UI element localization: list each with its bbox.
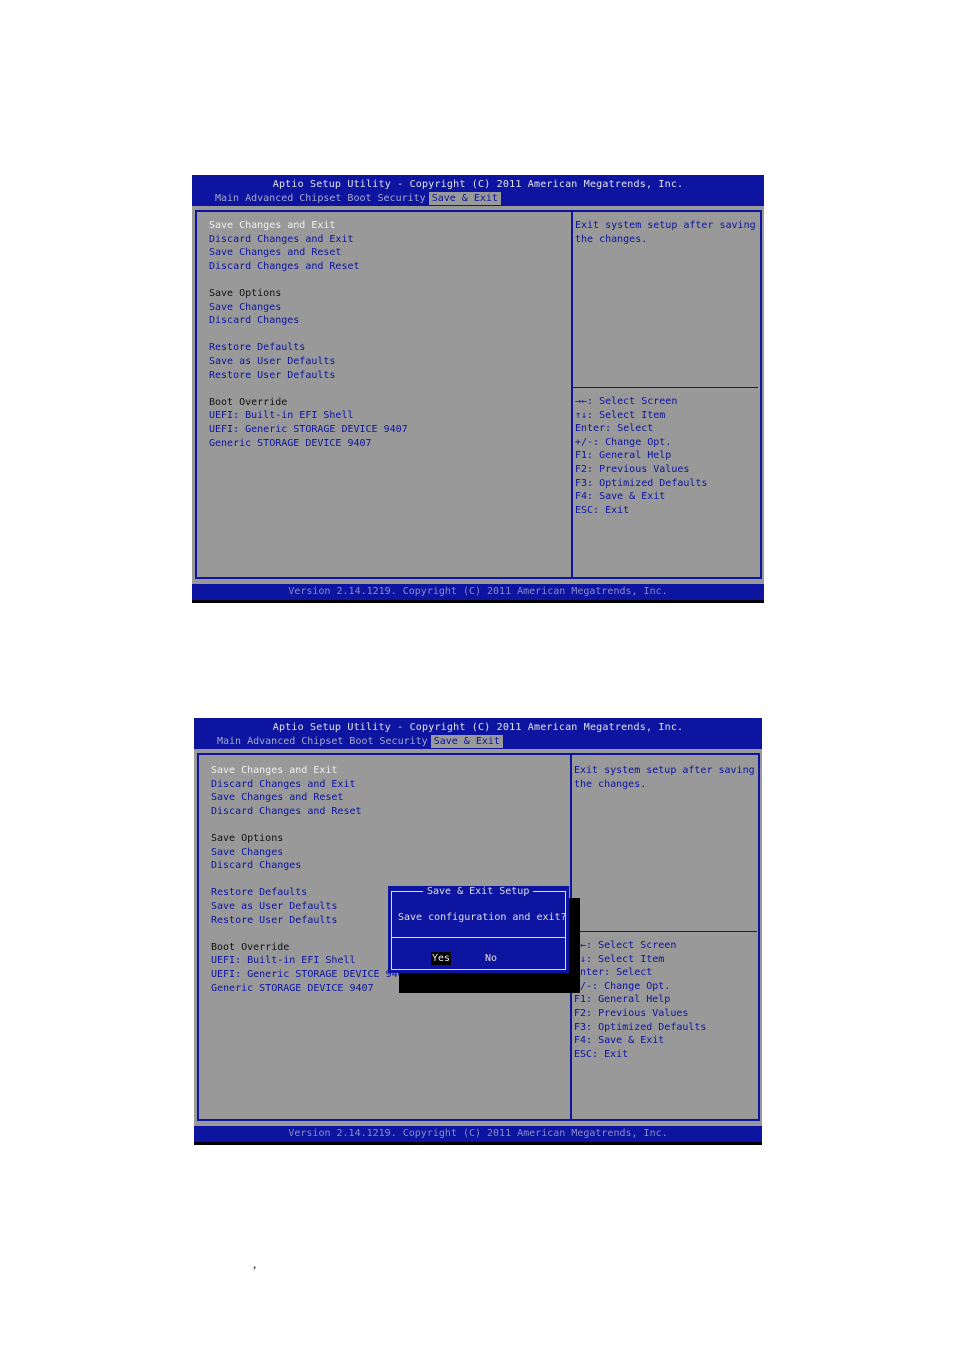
menu-item[interactable]: UEFI: Generic STORAGE DEVICE 9407 (209, 423, 408, 436)
menu-item[interactable]: Discard Changes and Reset (209, 260, 360, 273)
utility-title: Aptio Setup Utility - Copyright (C) 2011… (272, 722, 684, 733)
menu-item[interactable]: Save Changes and Exit (209, 219, 335, 232)
tab-save-exit[interactable]: Save & Exit (428, 192, 501, 205)
section-header: Save Options (209, 288, 282, 299)
bios-screen-1: Aptio Setup Utility - Copyright (C) 2011… (192, 175, 764, 603)
key-hint: ↑↓: Select Item (575, 409, 666, 421)
version-bar: Version 2.14.1219. Copyright (C) 2011 Am… (194, 1126, 762, 1142)
menu-item[interactable]: Restore User Defaults (211, 914, 337, 927)
no-button[interactable]: No (484, 952, 498, 965)
key-hint: +/-: Change Opt. (575, 436, 672, 448)
dialog-title: Save & Exit Setup (423, 886, 534, 898)
help-line: the changes. (575, 233, 648, 245)
key-hint: F1: General Help (575, 450, 672, 462)
tab-security[interactable]: Security (377, 735, 431, 748)
bottom-edge (194, 1142, 762, 1145)
tab-chipset[interactable]: Chipset (298, 735, 346, 748)
dialog-message: Save configuration and exit? (398, 912, 567, 923)
section-header: Boot Override (209, 396, 288, 408)
help-line: Exit system setup after saving (574, 765, 755, 776)
key-hint: F3: Optimized Defaults (575, 477, 708, 489)
menu-item[interactable]: Discard Changes and Reset (211, 805, 362, 818)
key-hint: →←: Select Screen (575, 396, 678, 407)
key-hint: Enter: Select (575, 423, 654, 435)
dialog-separator (391, 937, 566, 938)
menu-item[interactable]: Restore User Defaults (209, 369, 335, 382)
yes-button[interactable]: Yes (431, 952, 452, 965)
section-header: Boot Override (211, 941, 290, 953)
menu-item[interactable]: Save Changes and Reset (209, 246, 341, 259)
menu-item[interactable]: Discard Changes and Exit (209, 233, 354, 246)
key-hint: ESC: Exit (575, 504, 630, 516)
menu-item[interactable]: Discard Changes (211, 859, 301, 872)
key-hint: F2: Previous Values (575, 464, 690, 475)
stray-comma: , (253, 1256, 257, 1271)
menu-item[interactable]: UEFI: Built-in EFI Shell (211, 954, 356, 967)
tab-main[interactable]: Main (214, 735, 244, 748)
key-hint: ESC: Exit (574, 1048, 629, 1060)
menu-item[interactable]: Save as User Defaults (209, 355, 335, 368)
tab-chipset[interactable]: Chipset (296, 192, 344, 205)
tab-boot[interactable]: Boot (346, 735, 376, 748)
help-divider (573, 387, 758, 388)
menu-item[interactable]: Discard Changes (209, 314, 299, 327)
section-header: Save Options (211, 833, 284, 844)
bottom-edge (192, 600, 764, 603)
save-exit-dialog: Save & Exit Setup Save configuration and… (388, 886, 569, 973)
key-hint: F4: Save & Exit (574, 1035, 665, 1047)
tab-advanced[interactable]: Advanced (242, 192, 296, 205)
key-hint: F4: Save & Exit (575, 491, 666, 503)
key-hint: Enter: Select (574, 967, 653, 979)
key-hint: F2: Previous Values (574, 1008, 689, 1019)
tab-boot[interactable]: Boot (344, 192, 374, 205)
tab-advanced[interactable]: Advanced (244, 735, 298, 748)
menu-item[interactable]: UEFI: Generic STORAGE DEVICE 9407 (211, 968, 410, 981)
panel-divider (571, 210, 573, 579)
help-line: the changes. (574, 778, 647, 790)
key-hint: +/-: Change Opt. (574, 980, 671, 992)
tab-bar: Main Advanced Chipset Boot Security Save… (212, 192, 501, 205)
key-hint: F3: Optimized Defaults (574, 1021, 707, 1033)
key-hint: ↑↓: Select Item (574, 953, 665, 965)
menu-item[interactable]: Generic STORAGE DEVICE 9407 (211, 982, 374, 995)
menu-item[interactable]: Save as User Defaults (211, 900, 337, 913)
tab-main[interactable]: Main (212, 192, 242, 205)
title-bar: Aptio Setup Utility - Copyright (C) 2011… (194, 718, 762, 749)
menu-item[interactable]: Generic STORAGE DEVICE 9407 (209, 437, 372, 450)
title-bar: Aptio Setup Utility - Copyright (C) 2011… (192, 175, 764, 206)
version-bar: Version 2.14.1219. Copyright (C) 2011 Am… (192, 584, 764, 600)
menu-item[interactable]: Restore Defaults (211, 886, 307, 899)
key-hint: →←: Select Screen (574, 940, 677, 951)
bios-screen-2: Aptio Setup Utility - Copyright (C) 2011… (194, 718, 762, 1145)
utility-title: Aptio Setup Utility - Copyright (C) 2011… (272, 179, 684, 190)
menu-item[interactable]: Restore Defaults (209, 341, 305, 354)
tab-save-exit[interactable]: Save & Exit (430, 735, 503, 748)
menu-item[interactable]: Save Changes (211, 846, 283, 859)
dialog-border (391, 891, 566, 970)
help-divider (572, 931, 757, 932)
menu-item[interactable]: Discard Changes and Exit (211, 778, 356, 791)
menu-item[interactable]: UEFI: Built-in EFI Shell (209, 409, 354, 422)
menu-item[interactable]: Save Changes and Exit (211, 764, 337, 777)
key-hint: F1: General Help (574, 994, 671, 1006)
tab-bar: Main Advanced Chipset Boot Security Save… (214, 735, 503, 748)
menu-item[interactable]: Save Changes and Reset (211, 791, 343, 804)
menu-item[interactable]: Save Changes (209, 301, 281, 314)
help-line: Exit system setup after saving (575, 220, 756, 231)
tab-security[interactable]: Security (375, 192, 429, 205)
